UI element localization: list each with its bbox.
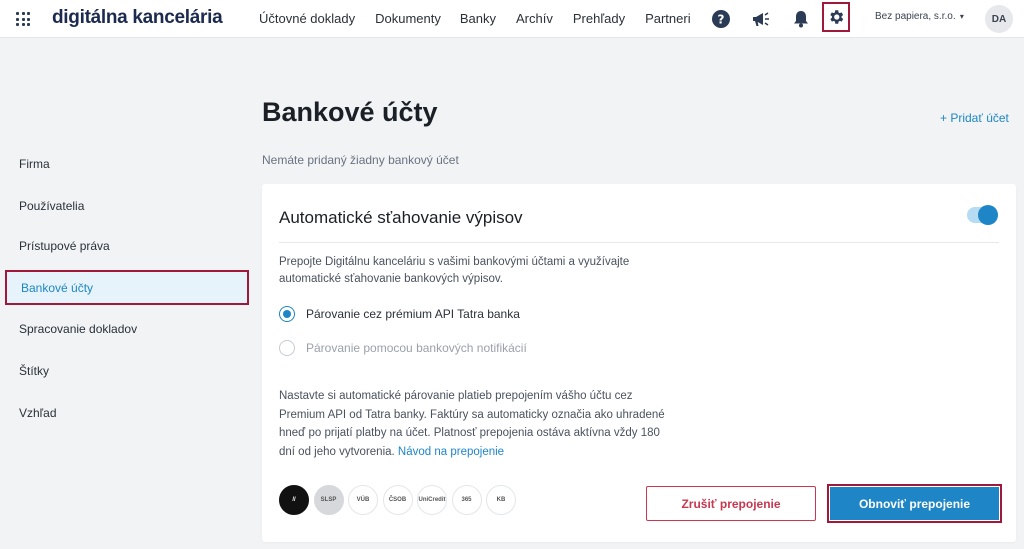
sidebar-item-stitky[interactable]: Štítky	[19, 364, 49, 378]
bell-icon[interactable]	[789, 7, 813, 31]
cancel-connection-button[interactable]: Zrušiť prepojenie	[646, 486, 816, 521]
renew-connection-button[interactable]: Obnoviť prepojenie	[829, 486, 1000, 521]
brand-logo[interactable]: digitálna kancelária	[52, 7, 223, 29]
card-title: Automatické sťahovanie výpisov	[279, 208, 523, 227]
nav-item-archiv[interactable]: Archív	[516, 11, 553, 26]
bank-logo-unicredit: UniCredit	[417, 485, 447, 515]
bank-logo-tatra-banka: //	[279, 485, 309, 515]
radio-button-selected[interactable]	[279, 306, 295, 322]
radio-premium-api[interactable]: Párovanie cez prémium API Tatra banka	[279, 306, 520, 322]
bank-logo-slsp: SLSP	[313, 485, 344, 515]
toggle-knob	[978, 205, 998, 225]
sidebar-item-firma[interactable]: Firma	[19, 157, 50, 171]
bank-logo-vub: VÚB	[348, 485, 378, 515]
bank-logo-csob: ČSOB	[382, 485, 413, 515]
sidebar-item-pouzivatelia[interactable]: Používatelia	[19, 199, 84, 213]
radio-label: Párovanie pomocou bankových notifikácií	[306, 341, 527, 355]
nav-item-partneri[interactable]: Partneri	[645, 11, 691, 26]
sidebar-item-bankove-ucty[interactable]: Bankové účty	[5, 270, 249, 305]
avatar[interactable]: DA	[985, 5, 1013, 33]
bank-logo-365: 365	[451, 485, 482, 515]
auto-download-toggle[interactable]	[967, 205, 998, 225]
main-nav: Účtovné doklady Dokumenty Banky Archív P…	[259, 11, 711, 26]
radio-label: Párovanie cez prémium API Tatra banka	[306, 307, 520, 321]
svg-text:?: ?	[718, 13, 725, 27]
page-title: Bankové účty	[262, 97, 438, 127]
radio-button[interactable]	[279, 340, 295, 356]
apps-grid-icon[interactable]	[16, 12, 30, 26]
company-switcher[interactable]: Bez papiera, s.r.o. ▾	[875, 11, 964, 22]
guide-link[interactable]: Návod na prepojenie	[398, 446, 504, 458]
divider	[279, 242, 999, 243]
gear-icon[interactable]	[822, 2, 850, 32]
add-account-link[interactable]: + Pridať účet	[940, 111, 1009, 125]
nav-item-dokumenty[interactable]: Dokumenty	[375, 11, 441, 26]
help-icon[interactable]: ?	[709, 7, 733, 31]
sidebar-item-spracovanie-dokladov[interactable]: Spracovanie dokladov	[19, 322, 137, 336]
info-text: Nastavte si automatické párovanie platie…	[279, 387, 679, 461]
megaphone-icon[interactable]	[749, 7, 773, 31]
sidebar-item-pristupove-prava[interactable]: Prístupové práva	[19, 239, 110, 253]
radio-bank-notifications[interactable]: Párovanie pomocou bankových notifikácií	[279, 340, 527, 356]
renew-button-highlight: Obnoviť prepojenie	[827, 484, 1002, 523]
chevron-down-icon: ▾	[957, 12, 964, 21]
sidebar-item-vzhlad[interactable]: Vzhľad	[19, 406, 57, 420]
bank-logo-kb: KB	[486, 485, 516, 515]
bank-logos: // SLSP VÚB ČSOB UniCredit 365 KB	[279, 485, 521, 515]
auto-download-card: Automatické sťahovanie výpisov Prepojte …	[262, 184, 1016, 542]
card-description: Prepojte Digitálnu kanceláriu s vašimi b…	[279, 256, 630, 285]
company-name: Bez papiera, s.r.o.	[875, 11, 956, 22]
nav-item-banky[interactable]: Banky	[460, 11, 496, 26]
top-bar: digitálna kancelária Účtovné doklady Dok…	[0, 0, 1024, 38]
nav-item-uctovne-doklady[interactable]: Účtovné doklady	[259, 11, 355, 26]
empty-state-message: Nemáte pridaný žiadny bankový účet	[262, 153, 459, 167]
nav-item-prehlady[interactable]: Prehľady	[573, 11, 625, 26]
